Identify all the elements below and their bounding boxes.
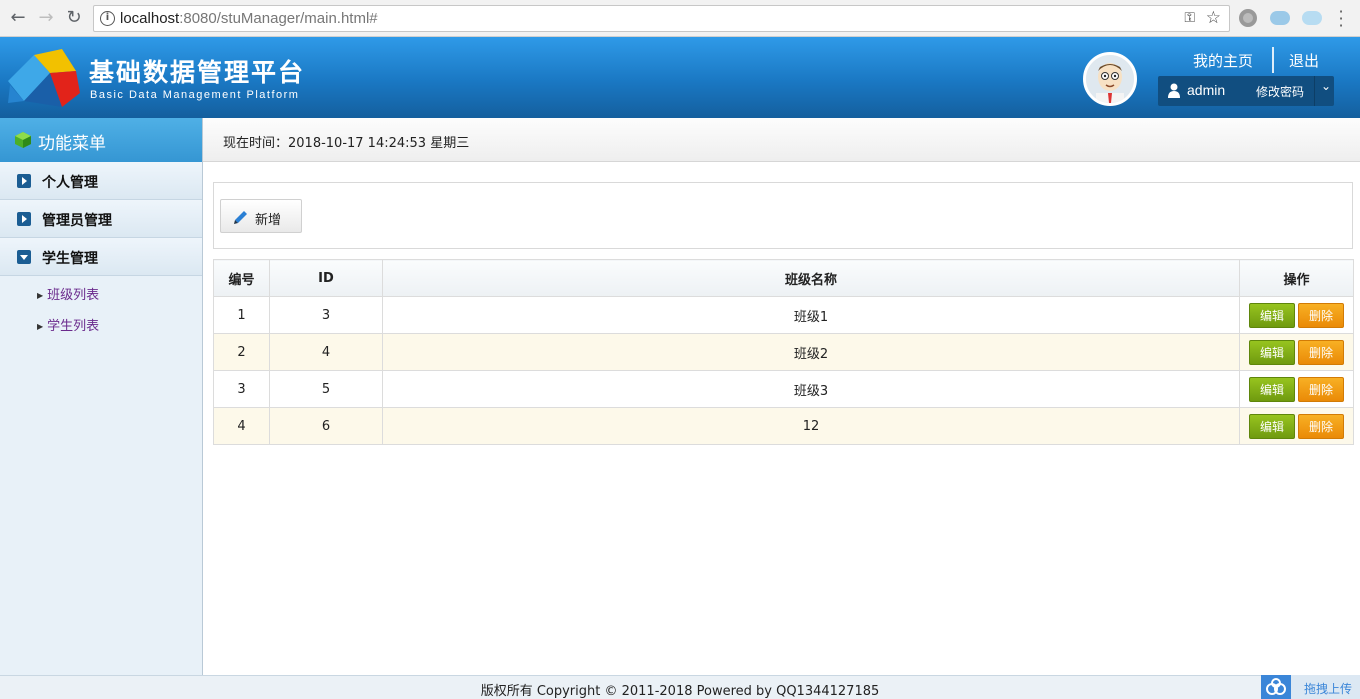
- table-row[interactable]: 3 5 班级3 编辑 删除: [213, 370, 1354, 408]
- cartoon-face-icon: [1086, 55, 1134, 103]
- table-header-row: 编号 ID 班级名称 操作: [213, 259, 1354, 297]
- delete-button[interactable]: 删除: [1298, 376, 1344, 402]
- delete-button[interactable]: 删除: [1298, 413, 1344, 439]
- cell-no: 2: [213, 333, 270, 371]
- bullet-triangle-icon: ▶: [37, 291, 44, 300]
- extension-cloud-light-icon[interactable]: [1302, 11, 1322, 25]
- info-icon[interactable]: i: [100, 11, 115, 26]
- cell-class-name: 班级1: [382, 296, 1240, 334]
- reload-icon[interactable]: ↻: [63, 7, 85, 29]
- table-row[interactable]: 2 4 班级2 编辑 删除: [213, 333, 1354, 371]
- cell-id: 6: [269, 407, 383, 445]
- sidebar-item-label: 管理员管理: [42, 213, 112, 229]
- sidebar-item-personal[interactable]: 个人管理: [0, 162, 202, 200]
- sidebar-item-admin[interactable]: 管理员管理: [0, 200, 202, 238]
- drag-upload-label: 拖拽上传: [1304, 682, 1353, 696]
- toolbar-panel: 新增: [213, 182, 1353, 249]
- sidebar-heading: 功能菜单: [0, 118, 202, 162]
- cell-class-name: 班级3: [382, 370, 1240, 408]
- footer: 版权所有 Copyright © 2011-2018 Powered by QQ…: [0, 675, 1360, 699]
- current-time: 现在时间：2018-10-17 14:24:53 星期三: [223, 136, 470, 151]
- browser-menu-icon[interactable]: · · ·: [1336, 4, 1346, 34]
- avatar: [1083, 52, 1137, 106]
- edit-button[interactable]: 编辑: [1249, 339, 1295, 365]
- sidebar-item-label: 学生管理: [42, 251, 98, 267]
- green-cube-icon: [15, 132, 31, 148]
- edit-button[interactable]: 编辑: [1249, 413, 1295, 439]
- cell-no: 3: [213, 370, 270, 408]
- my-homepage-link[interactable]: 我的主页: [1193, 50, 1253, 71]
- column-header-no[interactable]: 编号: [213, 259, 270, 297]
- edit-button[interactable]: 编辑: [1249, 376, 1295, 402]
- sidebar-subitem-label: 班级列表: [47, 288, 100, 303]
- back-arrow-icon[interactable]: ←: [7, 7, 29, 29]
- header-link-divider: [1272, 47, 1274, 73]
- cell-actions: 编辑 删除: [1239, 333, 1354, 371]
- brand-subtitle: Basic Data Management Platform: [90, 89, 300, 101]
- bullet-triangle-icon: ▶: [37, 322, 44, 331]
- sidebar-heading-label: 功能菜单: [38, 134, 106, 154]
- browser-toolbar: ← → ↻ i localhost:8080/stuManager/main.h…: [0, 0, 1360, 37]
- extension-record-icon[interactable]: [1239, 9, 1257, 27]
- key-icon[interactable]: ⚿: [1184, 10, 1195, 26]
- address-bar[interactable]: i localhost:8080/stuManager/main.html# ⚿…: [93, 5, 1230, 32]
- change-password-link[interactable]: 修改密码: [1256, 83, 1304, 100]
- cell-actions: 编辑 删除: [1239, 407, 1354, 445]
- class-table: 编号 ID 班级名称 操作 1 3 班级1 编辑 删除 2 4 班级2 编辑 删除 …: [213, 259, 1354, 445]
- cell-id: 3: [269, 296, 383, 334]
- sidebar: 功能菜单 个人管理 管理员管理 学生管理 ▶ 班级列表 ▶ 学生列表: [0, 118, 203, 675]
- delete-button[interactable]: 删除: [1298, 339, 1344, 365]
- baidu-cloud-icon: [1261, 675, 1291, 699]
- cell-class-name: 班级2: [382, 333, 1240, 371]
- time-bar: 现在时间：2018-10-17 14:24:53 星期三: [203, 118, 1360, 162]
- add-button[interactable]: 新增: [220, 199, 302, 233]
- expand-arrow-icon: [17, 212, 31, 226]
- bookmark-star-icon[interactable]: ☆: [1206, 8, 1221, 28]
- cell-no: 4: [213, 407, 270, 445]
- add-button-label: 新增: [255, 213, 282, 228]
- column-header-actions: 操作: [1239, 259, 1354, 297]
- user-bar-divider: [1314, 76, 1315, 106]
- cell-actions: 编辑 删除: [1239, 370, 1354, 408]
- app-header: 基础数据管理平台 Basic Data Management Platform …: [0, 37, 1360, 118]
- extension-cloud-icon[interactable]: [1270, 11, 1290, 25]
- chevron-down-icon[interactable]: ⌄: [1321, 79, 1331, 93]
- pencil-icon: [234, 211, 247, 224]
- table-row[interactable]: 1 3 班级1 编辑 删除: [213, 296, 1354, 334]
- expand-arrow-icon: [17, 174, 31, 188]
- copyright-text: 版权所有 Copyright © 2011-2018 Powered by QQ…: [480, 684, 880, 699]
- forward-arrow-icon[interactable]: →: [35, 7, 57, 29]
- cell-class-name: 12: [382, 407, 1240, 445]
- column-header-class-name[interactable]: 班级名称: [382, 259, 1240, 297]
- cell-actions: 编辑 删除: [1239, 296, 1354, 334]
- collapse-arrow-icon: [17, 250, 31, 264]
- username: admin: [1187, 82, 1226, 98]
- drag-upload-widget[interactable]: 拖拽上传: [1261, 675, 1360, 699]
- sidebar-item-students[interactable]: 学生管理: [0, 238, 202, 276]
- logout-link[interactable]: 退出: [1289, 50, 1319, 71]
- sidebar-item-label: 个人管理: [42, 175, 98, 191]
- sidebar-subitem-class-list[interactable]: ▶ 班级列表: [37, 284, 99, 303]
- cell-no: 1: [213, 296, 270, 334]
- sidebar-subitem-student-list[interactable]: ▶ 学生列表: [37, 315, 99, 334]
- address-url: localhost:8080/stuManager/main.html#: [120, 10, 378, 27]
- user-dropdown[interactable]: admin 修改密码 ⌄: [1158, 76, 1334, 106]
- cell-id: 4: [269, 333, 383, 371]
- sidebar-subitem-label: 学生列表: [47, 319, 100, 334]
- table-row[interactable]: 4 6 12 编辑 删除: [213, 407, 1354, 445]
- cell-id: 5: [269, 370, 383, 408]
- edit-button[interactable]: 编辑: [1249, 302, 1295, 328]
- brand-title: 基础数据管理平台: [89, 58, 306, 87]
- delete-button[interactable]: 删除: [1298, 302, 1344, 328]
- user-icon: [1168, 83, 1180, 98]
- logo-cube-icon: [8, 49, 80, 107]
- column-header-id[interactable]: ID: [269, 259, 383, 297]
